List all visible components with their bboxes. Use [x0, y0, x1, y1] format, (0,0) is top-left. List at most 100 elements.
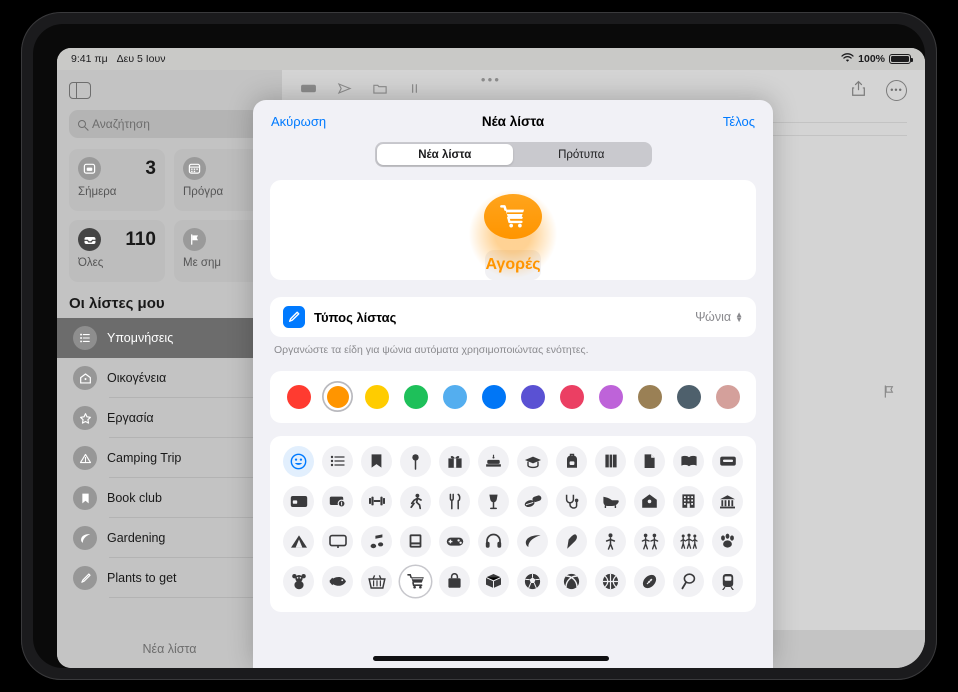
color-swatch-indigo[interactable] [517, 381, 548, 412]
smart-list-label: Σήμερα [78, 186, 156, 198]
home-indicator[interactable] [373, 656, 609, 661]
share-arrow-icon[interactable] [337, 82, 352, 98]
tab-new-list[interactable]: Νέα λίστα [377, 144, 514, 165]
color-swatch-blue[interactable] [478, 381, 509, 412]
sheet-segmented-control[interactable]: Νέα λίστα Πρότυπα [375, 142, 652, 167]
cancel-button[interactable]: Ακύρωση [271, 114, 326, 129]
smart-list-today[interactable]: 3 Σήμερα [69, 149, 165, 211]
color-swatch-green[interactable] [400, 381, 431, 412]
list-label: Book club [107, 491, 162, 505]
color-swatch-pink[interactable] [556, 381, 587, 412]
sidebar-item-family[interactable]: Οικογένεια [57, 358, 282, 398]
pills-icon[interactable] [517, 486, 548, 517]
list-bullet-icon[interactable] [322, 446, 353, 477]
soccer-ball-icon[interactable] [517, 566, 548, 597]
color-swatch-red[interactable] [283, 381, 314, 412]
wine-glass-icon[interactable] [478, 486, 509, 517]
paw-icon[interactable] [712, 526, 743, 557]
icon-row [283, 446, 743, 477]
list-type-value[interactable]: Ψώνια ▲▼ [695, 310, 743, 324]
sidebar-item-plants-to-get[interactable]: Plants to get [57, 558, 282, 598]
sidebar-item-work[interactable]: Εργασία [57, 398, 282, 438]
sidebar-item-camping-trip[interactable]: Camping Trip [57, 438, 282, 478]
books-icon[interactable] [595, 446, 626, 477]
runner-icon[interactable] [400, 486, 431, 517]
graduation-cap-icon[interactable] [517, 446, 548, 477]
smiley-icon[interactable] [283, 446, 314, 477]
cart-icon[interactable] [484, 194, 542, 239]
list-type-row[interactable]: Τύπος λίστας Ψώνια ▲▼ [270, 297, 756, 337]
more-ellipsis-icon[interactable]: ••• [886, 80, 907, 101]
all-icon [78, 228, 101, 251]
eyedropper-icon [283, 306, 305, 328]
person-icon[interactable] [595, 526, 626, 557]
bookmark-icon[interactable] [361, 446, 392, 477]
search-placeholder: Αναζήτηση [92, 117, 150, 131]
two-people-icon[interactable] [634, 526, 665, 557]
grid-view-icon[interactable] [300, 82, 317, 98]
music-note-icon[interactable] [361, 526, 392, 557]
backpack-icon[interactable] [556, 446, 587, 477]
color-swatch-orange[interactable] [322, 381, 353, 412]
fork-knife-icon[interactable] [439, 486, 470, 517]
laptop-icon[interactable] [400, 526, 431, 557]
tent-icon[interactable] [283, 526, 314, 557]
train-icon[interactable] [712, 566, 743, 597]
tab-templates[interactable]: Πρότυπα [513, 144, 650, 165]
monitor-icon[interactable] [322, 526, 353, 557]
headphones-icon[interactable] [478, 526, 509, 557]
box-icon[interactable] [478, 566, 509, 597]
color-swatch-dusty-rose[interactable] [712, 381, 743, 412]
gift-icon[interactable] [439, 446, 470, 477]
building-icon[interactable] [673, 486, 704, 517]
smart-list-all[interactable]: 110 Όλες [69, 220, 165, 282]
share-icon[interactable] [851, 80, 866, 100]
smart-list-count: 3 [145, 158, 156, 180]
smart-list-label: Όλες [78, 257, 156, 269]
stethoscope-icon[interactable] [556, 486, 587, 517]
carrot-icon[interactable] [556, 526, 587, 557]
document-icon[interactable] [634, 446, 665, 477]
game-controller-icon[interactable] [439, 526, 470, 557]
color-swatch-light-blue[interactable] [439, 381, 470, 412]
multitasking-handle[interactable]: ••• [481, 72, 501, 87]
status-date: Δευ 5 Ιουν [117, 53, 166, 65]
sidebar-item-book-club[interactable]: Book club [57, 478, 282, 518]
tray-icon[interactable] [712, 446, 743, 477]
basket-icon[interactable] [361, 566, 392, 597]
color-swatch-slate[interactable] [673, 381, 704, 412]
sidebar-item-gardening[interactable]: Gardening [57, 518, 282, 558]
basketball-icon[interactable] [595, 566, 626, 597]
cash-icon[interactable] [322, 486, 353, 517]
dog-icon[interactable] [595, 486, 626, 517]
fish-icon[interactable] [322, 566, 353, 597]
sort-icon[interactable] [408, 82, 421, 98]
sidebar: Αναζήτηση 3 Σήμερα [57, 70, 282, 668]
credit-card-icon[interactable] [283, 486, 314, 517]
map-pin-icon[interactable] [400, 446, 431, 477]
leaf-icon[interactable] [517, 526, 548, 557]
cart-icon[interactable] [400, 566, 431, 597]
teddy-bear-icon[interactable] [283, 566, 314, 597]
done-button[interactable]: Τέλος [723, 114, 755, 129]
dumbbell-icon[interactable] [361, 486, 392, 517]
list-label: Οικογένεια [107, 371, 166, 385]
football-icon[interactable] [634, 566, 665, 597]
bank-icon[interactable] [712, 486, 743, 517]
folder-icon[interactable] [372, 82, 388, 98]
sidebar-toggle-icon[interactable] [69, 82, 91, 99]
three-people-icon[interactable] [673, 526, 704, 557]
baseball-icon[interactable] [556, 566, 587, 597]
color-swatch-taupe[interactable] [634, 381, 665, 412]
sidebar-item-reminders[interactable]: Υπομνήσεις [57, 318, 282, 358]
tennis-racket-icon[interactable] [673, 566, 704, 597]
color-swatch-yellow[interactable] [361, 381, 392, 412]
house-icon[interactable] [634, 486, 665, 517]
shopping-bag-icon[interactable] [439, 566, 470, 597]
birthday-cake-icon[interactable] [478, 446, 509, 477]
new-list-button[interactable]: Νέα λίστα [57, 642, 282, 656]
open-book-icon[interactable] [673, 446, 704, 477]
search-input[interactable]: Αναζήτηση [69, 110, 270, 138]
list-label: Gardening [107, 531, 165, 545]
color-swatch-orchid[interactable] [595, 381, 626, 412]
